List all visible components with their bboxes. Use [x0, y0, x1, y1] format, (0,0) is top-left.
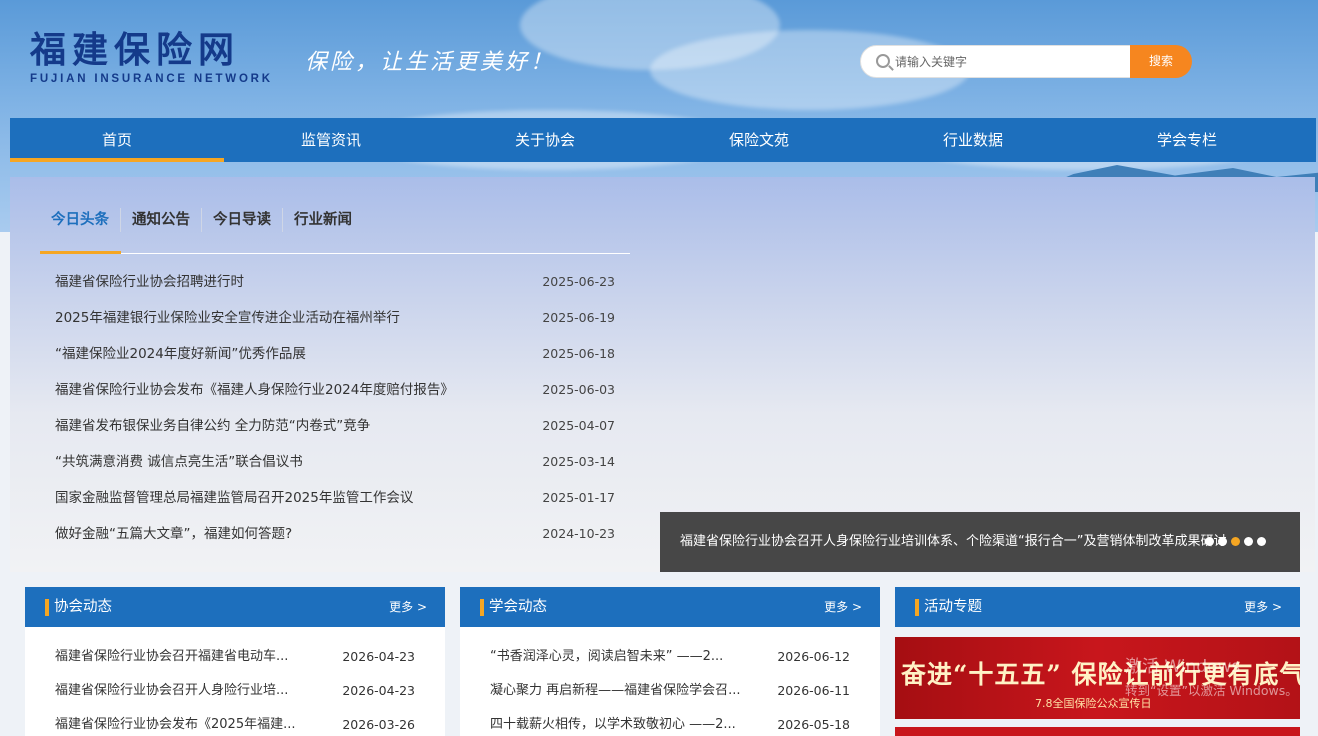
nav-society-column[interactable]: 学会专栏 — [1080, 118, 1294, 162]
card-accent-bar — [915, 599, 919, 616]
list-item[interactable]: 福建省保险行业协会发布《福建人身保险行业2024年度赔付报告》 2025-06-… — [55, 377, 615, 413]
slideshow-caption[interactable]: 福建省保险行业协会召开人身保险行业培训体系、个险渠道“报行合一”及营销体制改革成… — [660, 512, 1300, 572]
item-title[interactable]: 凝心聚力 再启新程——福建省保险学会召... — [490, 679, 755, 713]
item-title[interactable]: 福建省保险行业协会召开人身险行业培... — [55, 679, 320, 713]
news-title[interactable]: 福建省保险行业协会发布《福建人身保险行业2024年度赔付报告》 — [55, 377, 454, 413]
list-item[interactable]: 国家金融监督管理总局福建监管局召开2025年监管工作会议 2025-01-17 — [55, 485, 615, 521]
tab-industry-news[interactable]: 行业新闻 — [283, 208, 363, 232]
site-logo[interactable]: 福建保险网 FUJIAN INSURANCE NETWORK — [30, 30, 273, 85]
more-link[interactable]: 更多 > — [824, 587, 862, 627]
active-tab-indicator — [40, 251, 121, 254]
tab-notices[interactable]: 通知公告 — [121, 208, 202, 232]
card-association-news: 协会动态 更多 > 福建省保险行业协会召开福建省电动车... 2026-04-2… — [25, 587, 445, 736]
list-item[interactable]: 凝心聚力 再启新程——福建省保险学会召... 2026-06-11 — [490, 679, 850, 713]
card-accent-bar — [480, 599, 484, 616]
tab-today-headlines[interactable]: 今日头条 — [40, 208, 121, 232]
news-date: 2025-04-07 — [542, 418, 615, 433]
news-date: 2025-06-03 — [542, 382, 615, 397]
logo-en: FUJIAN INSURANCE NETWORK — [30, 73, 273, 85]
search-box[interactable] — [860, 45, 1132, 78]
more-link[interactable]: 更多 > — [389, 587, 427, 627]
news-title[interactable]: “福建保险业2024年度好新闻”优秀作品展 — [55, 341, 306, 377]
list-item[interactable]: 福建省发布银保业务自律公约 全力防范“内卷式”竞争 2025-04-07 — [55, 413, 615, 449]
news-date: 2025-06-18 — [542, 346, 615, 361]
card-society-news: 学会动态 更多 > “书香润泽心灵，阅读启智未来” ——2... 2026-06… — [460, 587, 880, 736]
slide-dot[interactable] — [1257, 537, 1266, 546]
card-header: 协会动态 更多 > — [25, 587, 445, 627]
news-title[interactable]: 做好金融“五篇大文章”，福建如何答题? — [55, 521, 292, 557]
nav-regulatory-news[interactable]: 监管资讯 — [224, 118, 438, 162]
search-button[interactable]: 搜索 — [1130, 45, 1192, 78]
card-header: 活动专题 更多 > — [895, 587, 1300, 627]
item-title[interactable]: 四十载薪火相传，以学术致敬初心 ——2... — [490, 713, 755, 736]
news-title[interactable]: 2025年福建银行业保险业安全宣传进企业活动在福州举行 — [55, 305, 400, 341]
list-item[interactable]: 福建省保险行业协会发布《2025年福建... 2026-03-26 — [55, 713, 415, 736]
search-icon — [876, 54, 890, 68]
nav-home[interactable]: 首页 — [10, 118, 224, 162]
main-nav: 首页 监管资讯 关于协会 保险文苑 行业数据 学会专栏 — [10, 118, 1316, 162]
item-title[interactable]: 福建省保险行业协会召开福建省电动车... — [55, 645, 320, 679]
item-date: 2026-06-11 — [777, 683, 850, 698]
item-title[interactable]: 福建省保险行业协会发布《2025年福建... — [55, 713, 320, 736]
news-tabs: 今日头条 通知公告 今日导读 行业新闻 — [40, 207, 630, 254]
search-bar: 搜索 — [860, 45, 1192, 78]
card-title: 协会动态 — [54, 599, 112, 615]
windows-activation-hint: 转到“设置”以激活 Windows。 — [1125, 683, 1298, 698]
logo-cn: 福建保险网 — [30, 29, 241, 71]
card-title: 学会动态 — [489, 599, 547, 615]
list-item[interactable]: 四十载薪火相传，以学术致敬初心 ——2... 2026-05-18 — [490, 713, 850, 736]
list-item[interactable]: “福建保险业2024年度好新闻”优秀作品展 2025-06-18 — [55, 341, 615, 377]
news-title[interactable]: 国家金融监督管理总局福建监管局召开2025年监管工作会议 — [55, 485, 413, 521]
news-date: 2025-03-14 — [542, 454, 615, 469]
search-input[interactable] — [895, 50, 1125, 74]
windows-activation-watermark: 激活 Windows — [1125, 657, 1241, 677]
news-title[interactable]: 福建省发布银保业务自律公约 全力防范“内卷式”竞争 — [55, 413, 370, 449]
card-accent-bar — [45, 599, 49, 616]
item-date: 2026-04-23 — [342, 683, 415, 698]
item-date: 2026-03-26 — [342, 717, 415, 732]
card-title: 活动专题 — [924, 599, 982, 615]
list-item[interactable]: “共筑满意消费 诚信点亮生活”联合倡议书 2025-03-14 — [55, 449, 615, 485]
card-list: “书香润泽心灵，阅读启智未来” ——2... 2026-06-12 凝心聚力 再… — [460, 627, 880, 736]
news-date: 2024-10-23 — [542, 526, 615, 541]
slideshow-dots — [1205, 537, 1266, 546]
item-date: 2026-04-23 — [342, 649, 415, 664]
tab-today-guide[interactable]: 今日导读 — [202, 208, 283, 232]
nav-literature[interactable]: 保险文苑 — [652, 118, 866, 162]
slide-dot[interactable] — [1218, 537, 1227, 546]
list-item[interactable]: 做好金融“五篇大文章”，福建如何答题? 2024-10-23 — [55, 521, 615, 557]
nav-industry-data[interactable]: 行业数据 — [866, 118, 1080, 162]
item-title[interactable]: “书香润泽心灵，阅读启智未来” ——2... — [490, 645, 755, 679]
news-date: 2025-01-17 — [542, 490, 615, 505]
headline-panel: 今日头条 通知公告 今日导读 行业新闻 福建省保险行业协会招聘进行时 2025-… — [10, 177, 1315, 572]
headline-list: 福建省保险行业协会招聘进行时 2025-06-23 2025年福建银行业保险业安… — [55, 269, 615, 557]
item-date: 2026-06-12 — [777, 649, 850, 664]
news-date: 2025-06-19 — [542, 310, 615, 325]
promo-banner[interactable]: 奋进“十五五” 保险让前行更有底气 7.8全国保险公众宣传日 — [895, 637, 1300, 719]
card-list: 福建省保险行业协会召开福建省电动车... 2026-04-23 福建省保险行业协… — [25, 627, 445, 736]
slide-dot-active[interactable] — [1231, 537, 1240, 546]
news-title[interactable]: 福建省保险行业协会招聘进行时 — [55, 269, 244, 305]
list-item[interactable]: 福建省保险行业协会招聘进行时 2025-06-23 — [55, 269, 615, 305]
card-header: 学会动态 更多 > — [460, 587, 880, 627]
nav-about-association[interactable]: 关于协会 — [438, 118, 652, 162]
promo-banner-2[interactable] — [895, 727, 1300, 736]
slogan: 保险，让生活更美好！ — [305, 50, 556, 75]
slide-dot[interactable] — [1244, 537, 1253, 546]
slide-dot[interactable] — [1205, 537, 1214, 546]
list-item[interactable]: 福建省保险行业协会召开福建省电动车... 2026-04-23 — [55, 645, 415, 679]
list-item[interactable]: 福建省保险行业协会召开人身险行业培... 2026-04-23 — [55, 679, 415, 713]
news-title[interactable]: “共筑满意消费 诚信点亮生活”联合倡议书 — [55, 449, 303, 485]
list-item[interactable]: 2025年福建银行业保险业安全宣传进企业活动在福州举行 2025-06-19 — [55, 305, 615, 341]
news-date: 2025-06-23 — [542, 274, 615, 289]
list-item[interactable]: “书香润泽心灵，阅读启智未来” ——2... 2026-06-12 — [490, 645, 850, 679]
item-date: 2026-05-18 — [777, 717, 850, 732]
more-link[interactable]: 更多 > — [1244, 587, 1282, 627]
